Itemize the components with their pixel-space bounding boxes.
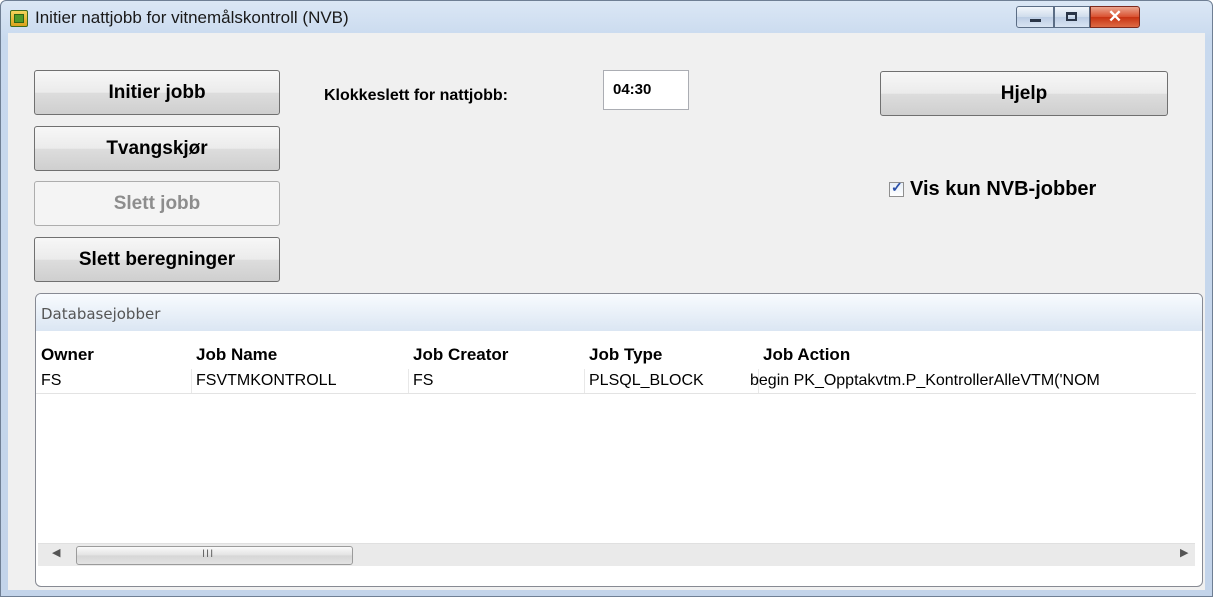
maximize-button[interactable] [1054, 6, 1090, 28]
slett-jobb-button[interactable]: Slett jobb [34, 181, 280, 226]
hjelp-button[interactable]: Hjelp [880, 71, 1168, 116]
minimize-icon [1030, 19, 1041, 22]
initier-jobb-button[interactable]: Initier jobb [34, 70, 280, 115]
title-bar[interactable]: Initier nattjobb for vitnemålskontroll (… [1, 1, 1212, 33]
table-cell-job-name[interactable]: FSVTMKONTROLL [196, 372, 336, 390]
group-title: Databasejobber [41, 305, 161, 323]
close-button[interactable]: ✕ [1090, 6, 1140, 28]
table-cell-job-creator[interactable]: FS [413, 372, 433, 390]
window-title: Initier nattjobb for vitnemålskontroll (… [35, 8, 349, 27]
time-field[interactable]: 04:30 [603, 70, 689, 110]
column-header-job-type[interactable]: Job Type [589, 345, 662, 365]
databasejobber-group: Databasejobber Owner Job Name Job Creato… [35, 293, 1203, 587]
vis-kun-nvb-checkbox[interactable]: ✓ [889, 179, 904, 197]
slett-beregninger-button[interactable]: Slett beregninger [34, 237, 280, 282]
client-area: Initier jobb Tvangskjør Slett jobb Slett… [8, 33, 1205, 590]
scroll-right-icon[interactable]: ▶ [1180, 546, 1188, 559]
time-label: Klokkeslett for nattjobb: [324, 87, 509, 104]
minimize-button[interactable] [1016, 6, 1054, 28]
column-header-owner[interactable]: Owner [41, 345, 94, 365]
grip-icon: III [202, 548, 215, 560]
tvangskjor-button[interactable]: Tvangskjør [34, 126, 280, 171]
horizontal-scrollbar[interactable]: ◀ III ▶ [38, 543, 1195, 566]
column-header-job-name[interactable]: Job Name [196, 345, 277, 365]
column-separator [408, 369, 409, 394]
table-cell-job-action[interactable]: begin PK_Opptakvtm.P_KontrollerAlleVTM('… [750, 372, 1196, 390]
column-header-job-creator[interactable]: Job Creator [413, 345, 508, 365]
column-header-job-action[interactable]: Job Action [763, 345, 850, 365]
column-separator [584, 369, 585, 394]
maximize-icon [1066, 12, 1077, 21]
table-cell-owner[interactable]: FS [41, 372, 61, 390]
group-header: Databasejobber [36, 294, 1202, 331]
column-separator [191, 369, 192, 394]
row-divider [36, 393, 1196, 394]
vis-kun-nvb-label[interactable]: Vis kun NVB-jobber [910, 178, 1096, 201]
app-icon [10, 10, 28, 27]
checkmark-icon: ✓ [891, 179, 903, 195]
scrollbar-thumb[interactable]: III [76, 546, 353, 565]
table-cell-job-type[interactable]: PLSQL_BLOCK [589, 372, 704, 390]
scroll-left-icon[interactable]: ◀ [52, 546, 60, 559]
app-window: Initier nattjobb for vitnemålskontroll (… [0, 0, 1213, 597]
close-icon: ✕ [1107, 7, 1123, 26]
